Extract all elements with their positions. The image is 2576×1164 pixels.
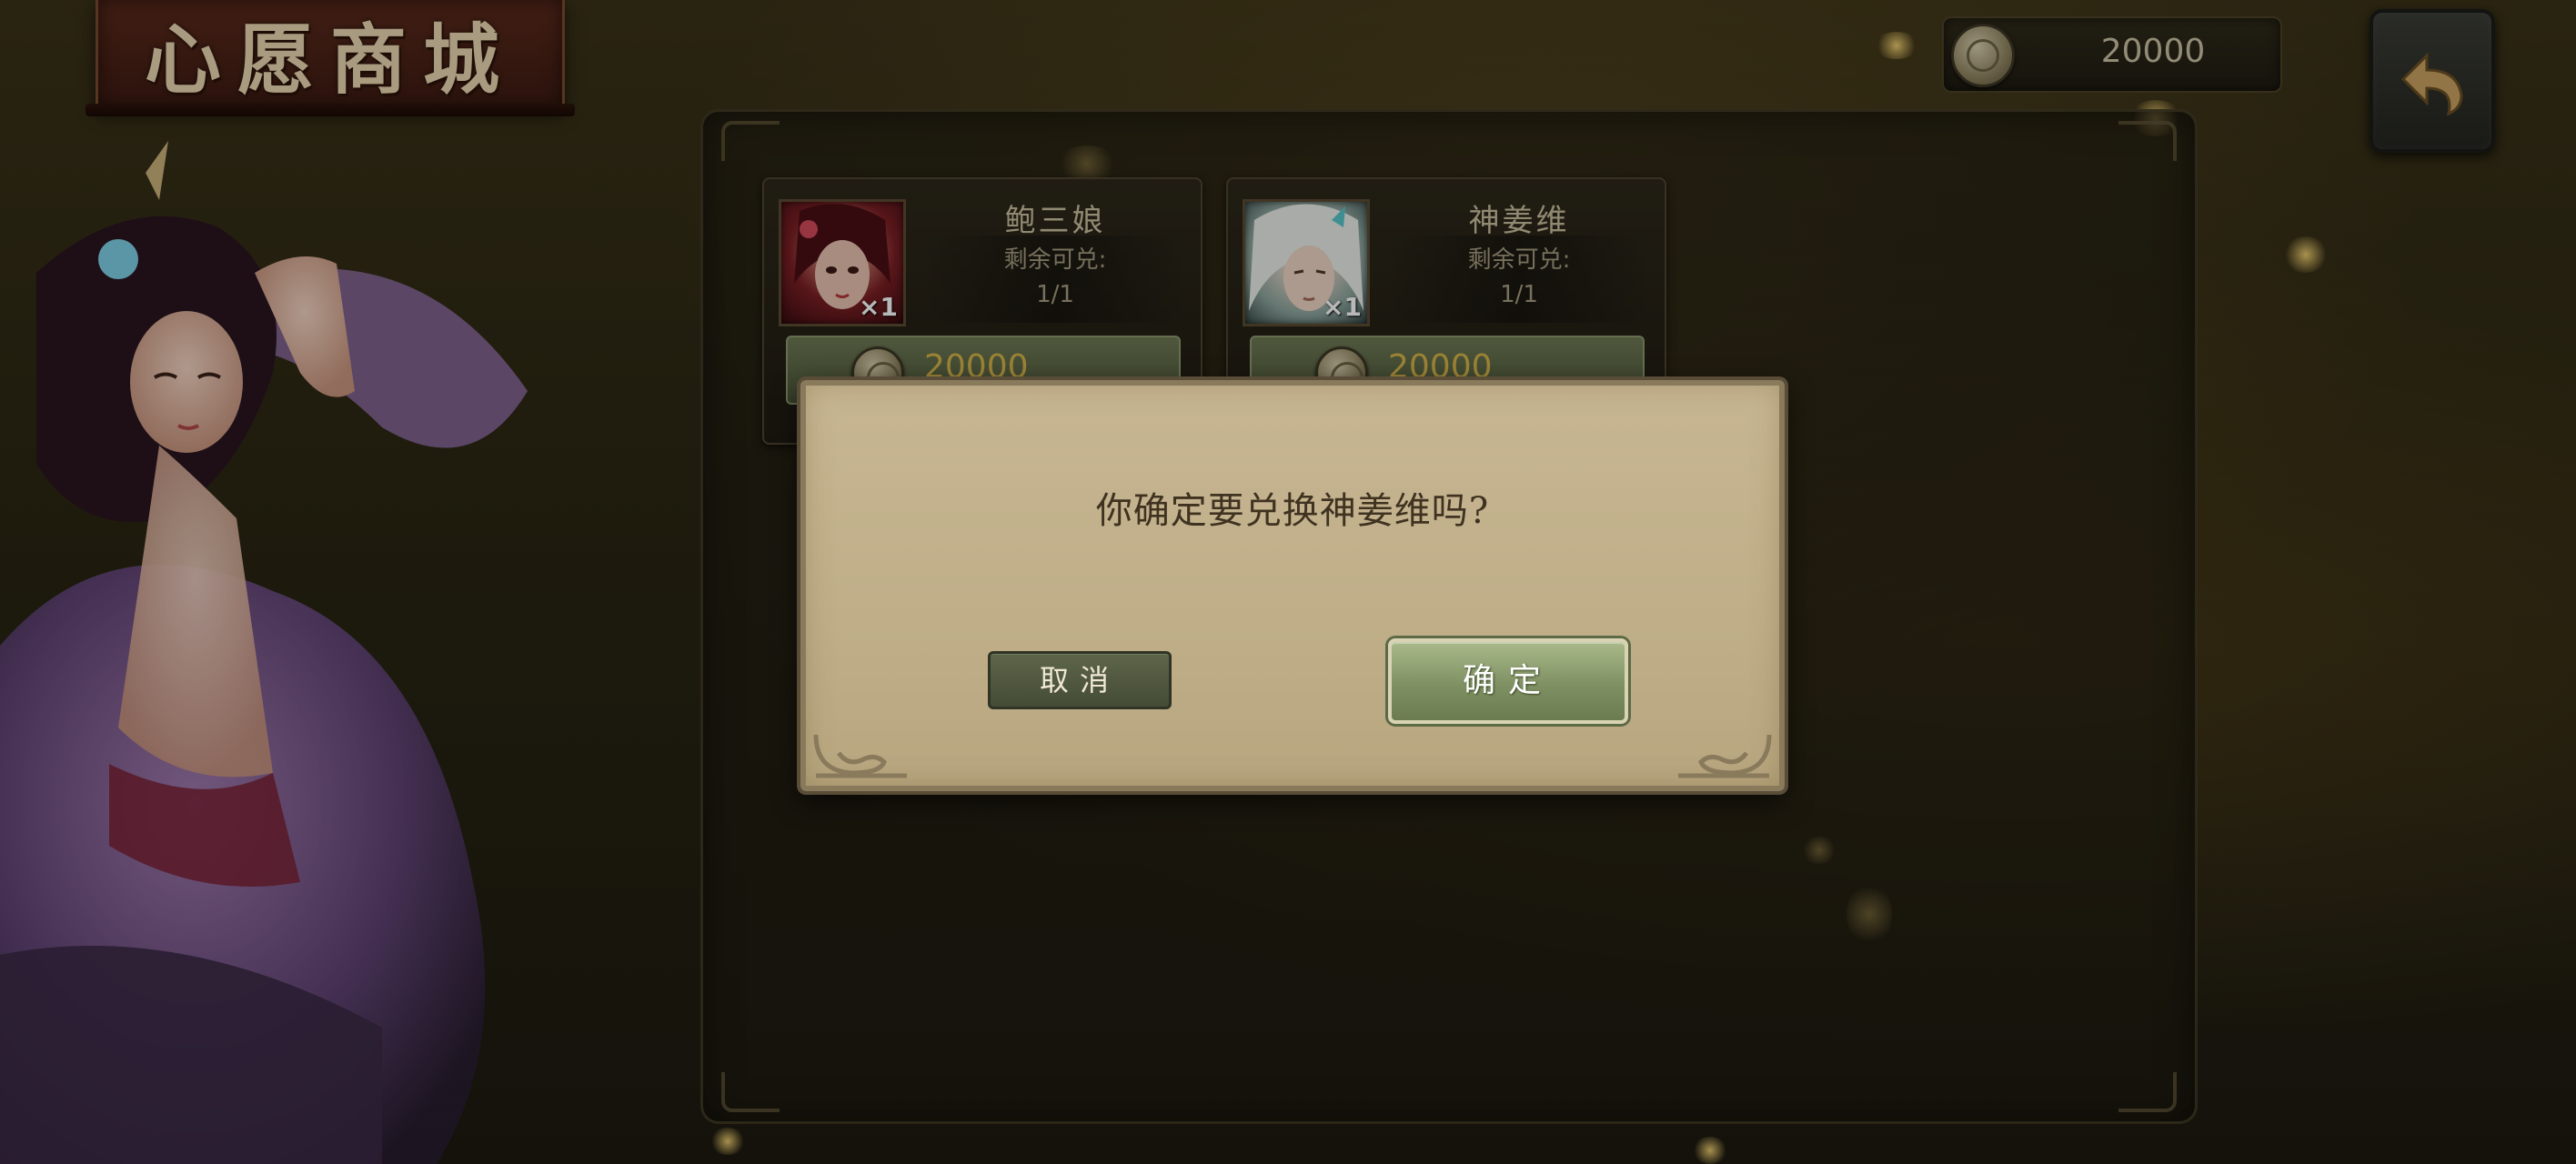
dialog-message: 你确定要兑换神姜维吗? [1095,490,1490,532]
dialog-corner-ornament [813,734,907,778]
cancel-button[interactable]: 取消 [988,651,1172,709]
confirm-button[interactable]: 确定 [1388,638,1628,724]
confirm-dialog: 你确定要兑换神姜维吗? 取消 确定 [800,380,1785,791]
dialog-corner-ornament [1678,734,1772,778]
